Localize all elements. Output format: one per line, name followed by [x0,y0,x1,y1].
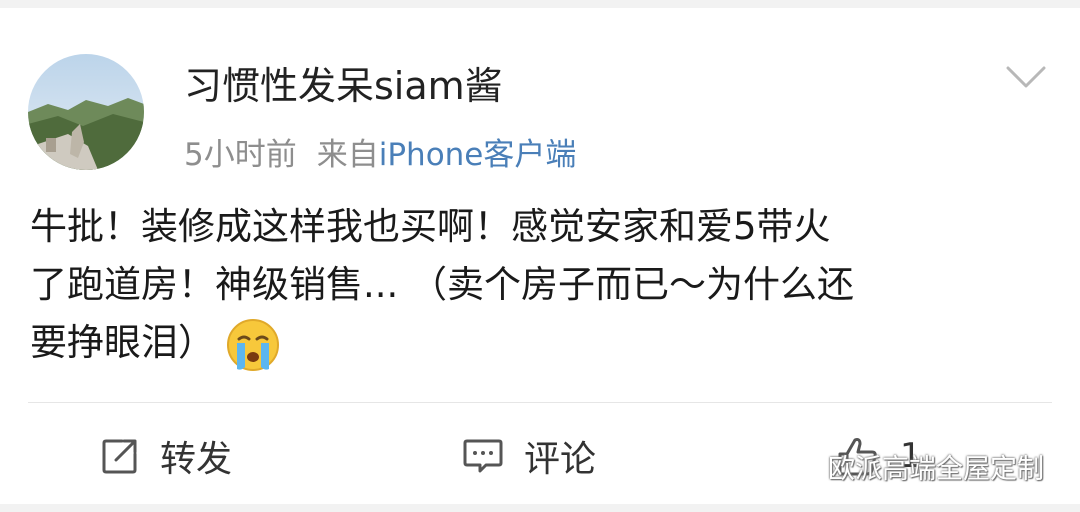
repost-label: 转发 [160,439,233,480]
avatar[interactable] [28,54,144,170]
crying-face-emoji-icon [227,318,279,371]
comment-button[interactable]: 评论 [462,428,596,484]
wechat-watermark: 欧派高端全屋定制 [782,446,1044,486]
post-text: 牛批！装修成这样我也买啊！感觉安家和爱5带火 了跑道房！神级销售... （卖个房… [30,198,1040,373]
repost-icon [102,439,137,474]
post-line-1: 牛批！装修成这样我也买啊！感觉安家和爱5带火 [30,205,831,248]
chevron-down-icon[interactable] [1004,62,1048,92]
post-line-3: 要挣眼泪） [30,314,1040,373]
wechat-logo-icon [782,451,819,480]
post-meta: 5小时前 来自iPhone客户端 [184,132,576,178]
divider [28,402,1052,403]
post-line-3-text: 要挣眼泪） [30,321,215,364]
source-client-link[interactable]: iPhone客户端 [379,137,577,173]
watermark-text: 欧派高端全屋定制 [828,453,1044,485]
username[interactable]: 习惯性发呆siam酱 [184,60,503,112]
comment-icon [463,439,503,473]
post-time: 5小时前 [184,137,297,173]
weibo-post-card: 习惯性发呆siam酱 5小时前 来自iPhone客户端 牛批！装修成这样我也买啊！… [0,8,1080,504]
repost-button[interactable]: 转发 [100,428,232,484]
comment-label: 评论 [524,439,597,480]
post-line-2: 了跑道房！神级销售... （卖个房子而已～为什么还 [30,263,855,306]
source-prefix: 来自 [316,137,379,173]
